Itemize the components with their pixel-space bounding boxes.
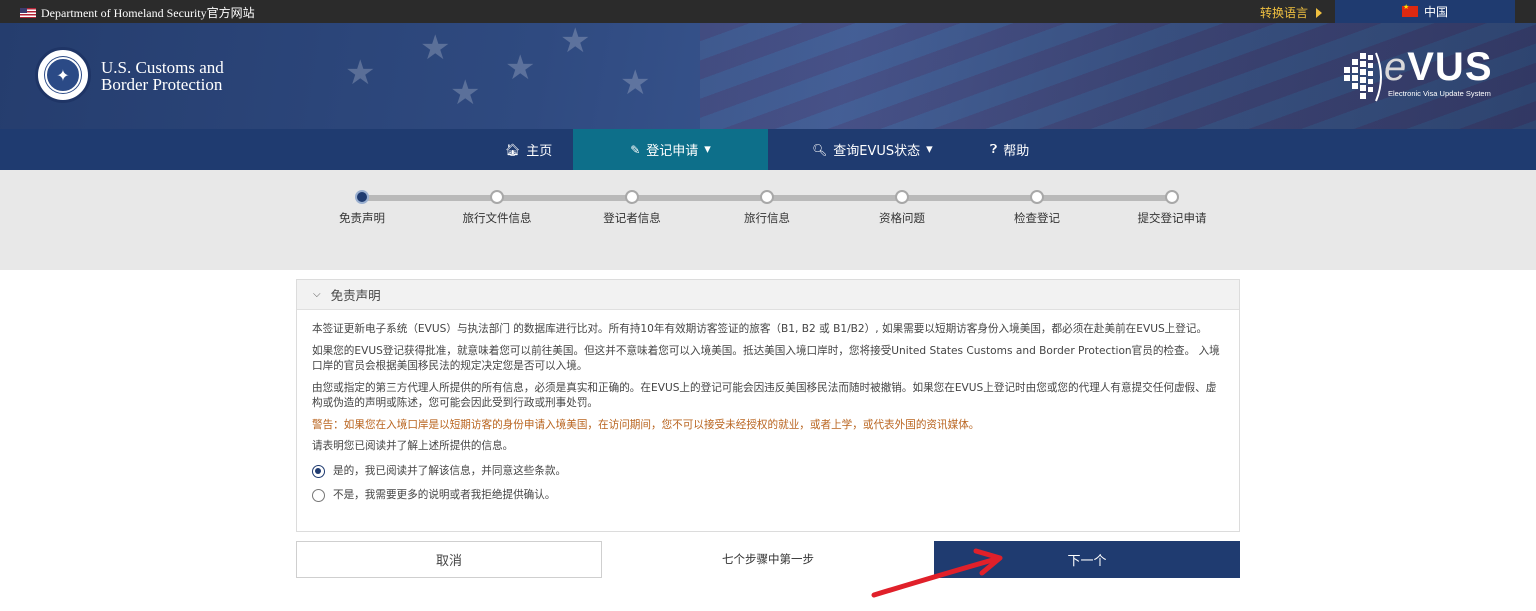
pencil-icon: ✎ bbox=[630, 142, 641, 157]
switch-language-label: 转换语言 bbox=[1260, 6, 1309, 20]
nav-register[interactable]: ✎ 登记申请 ▾ bbox=[573, 129, 768, 170]
disclaimer-paragraph: 如果您的EVUS登记获得批准，就意味着您可以前往美国。但这并不意味着您可以入境美… bbox=[312, 344, 1220, 373]
dhs-label: Department of Homeland Security官方网站 bbox=[41, 6, 255, 20]
disclaimer-paragraph: 本签证更新电子系统（EVUS）与执法部门 的数据库进行比对。所有持10年有效期访… bbox=[312, 323, 1208, 335]
progress-tracker: 免责声明 旅行文件信息 登记者信息 旅行信息 资格问题 检查登记 提交登记申请 bbox=[0, 170, 1536, 270]
eagle-icon: ✦ bbox=[45, 57, 81, 93]
nav-home-label: 主页 bbox=[526, 144, 553, 159]
progress-step-dot bbox=[1165, 190, 1179, 204]
agree-radio[interactable] bbox=[312, 464, 325, 478]
help-icon: ❓︎ bbox=[990, 142, 998, 156]
star-decoration-icon: ★ bbox=[620, 63, 651, 103]
acknowledge-prompt: 请表明您已阅读并了解上述所提供的信息。 bbox=[312, 440, 514, 452]
search-icon: 🔍︎ bbox=[812, 142, 828, 157]
nav-home[interactable]: 🏠︎ 主页 bbox=[505, 129, 552, 170]
star-decoration-icon: ★ bbox=[505, 48, 536, 88]
disclaimer-panel: ⌵ 免责声明 本签证更新电子系统（EVUS）与执法部门 的数据库进行比对。所有持… bbox=[296, 279, 1240, 532]
chevron-down-icon: ▾ bbox=[926, 142, 933, 157]
chevron-down-icon: ⌵ bbox=[313, 289, 321, 300]
progress-step-dot bbox=[760, 190, 774, 204]
progress-step-label: 免责声明 bbox=[339, 211, 385, 225]
caret-right-icon bbox=[1316, 7, 1323, 18]
progress-step-label: 提交登记申请 bbox=[1137, 211, 1207, 225]
language-selector[interactable]: 中国 bbox=[1335, 0, 1515, 23]
progress-step-label: 检查登记 bbox=[1014, 211, 1060, 225]
china-flag-icon bbox=[1401, 3, 1418, 17]
next-button[interactable]: 下一个 bbox=[934, 541, 1240, 578]
nav-check-status-label: 查询EVUS状态 bbox=[833, 144, 921, 159]
nav-register-label: 登记申请 bbox=[646, 144, 699, 159]
top-utility-bar: Department of Homeland Security官方网站 转换语言… bbox=[0, 0, 1536, 23]
decline-option-label[interactable]: 不是，我需要更多的说明或者我拒绝提供确认。 bbox=[333, 488, 555, 504]
nav-help[interactable]: ❓︎ 帮助 bbox=[990, 129, 1029, 170]
progress-step-dot bbox=[625, 190, 639, 204]
nav-help-label: 帮助 bbox=[1003, 144, 1030, 159]
agency-name[interactable]: U.S. Customs and Border Protection bbox=[101, 59, 224, 93]
evus-wordmark: eVUS bbox=[1384, 45, 1493, 89]
progress-step-dot bbox=[355, 190, 369, 204]
agency-name-line1: U.S. Customs and bbox=[101, 58, 224, 77]
disclaimer-panel-header[interactable]: ⌵ 免责声明 bbox=[297, 280, 1239, 310]
progress-step-dot bbox=[490, 190, 504, 204]
star-decoration-icon: ★ bbox=[420, 28, 451, 68]
star-decoration-icon: ★ bbox=[560, 23, 591, 61]
star-decoration-icon: ★ bbox=[450, 73, 481, 113]
progress-step-dot bbox=[895, 190, 909, 204]
chevron-down-icon: ▾ bbox=[704, 142, 711, 157]
home-icon: 🏠︎ bbox=[505, 142, 521, 157]
site-header: ★ ★ ★ ★ ★ ★ ✦ U.S. Customs and Border Pr… bbox=[0, 23, 1536, 129]
progress-step-label: 资格问题 bbox=[879, 211, 925, 225]
cancel-button[interactable]: 取消 bbox=[296, 541, 602, 578]
decline-option[interactable]: 不是，我需要更多的说明或者我拒绝提供确认。 bbox=[312, 488, 1224, 504]
progress-step-label: 登记者信息 bbox=[603, 211, 661, 225]
current-language: 中国 bbox=[1423, 5, 1448, 19]
star-decoration-icon: ★ bbox=[345, 53, 376, 93]
progress-step-dot bbox=[1030, 190, 1044, 204]
main-nav: 🏠︎ 主页 ✎ 登记申请 ▾ 🔍︎ 查询EVUS状态 ▾ ❓︎ 帮助 bbox=[0, 129, 1536, 170]
dhs-seal-logo[interactable]: ✦ bbox=[35, 47, 91, 103]
decline-radio[interactable] bbox=[312, 489, 325, 503]
dhs-link[interactable]: Department of Homeland Security官方网站 bbox=[20, 4, 255, 21]
disclaimer-title: 免责声明 bbox=[330, 288, 381, 303]
switch-language-button[interactable]: 转换语言 bbox=[1260, 4, 1323, 21]
agree-option[interactable]: 是的，我已阅读并了解该信息，并同意这些条款。 bbox=[312, 464, 1224, 480]
warning-text: 警告：如果您在入境口岸是以短期访客的身份申请入境美国，在访问期间，您不可以接受未… bbox=[312, 418, 980, 431]
step-counter: 七个步骤中第一步 bbox=[722, 552, 814, 566]
nav-check-status[interactable]: 🔍︎ 查询EVUS状态 ▾ bbox=[812, 129, 933, 170]
agency-name-line2: Border Protection bbox=[101, 75, 223, 94]
evus-globe-icon bbox=[1344, 52, 1382, 102]
evus-subtitle: Electronic Visa Update System bbox=[1388, 89, 1491, 98]
disclaimer-paragraph: 由您或指定的第三方代理人所提供的所有信息，必须是真实和正确的。在EVUS上的登记… bbox=[312, 381, 1217, 410]
agree-option-label[interactable]: 是的，我已阅读并了解该信息，并同意这些条款。 bbox=[333, 464, 566, 480]
progress-step-label: 旅行信息 bbox=[744, 211, 790, 225]
evus-logo[interactable]: eVUS Electronic Visa Update System bbox=[1338, 45, 1518, 109]
us-flag-icon bbox=[20, 7, 36, 18]
disclaimer-body: 本签证更新电子系统（EVUS）与执法部门 的数据库进行比对。所有持10年有效期访… bbox=[297, 310, 1239, 504]
progress-step-label: 旅行文件信息 bbox=[462, 211, 532, 225]
